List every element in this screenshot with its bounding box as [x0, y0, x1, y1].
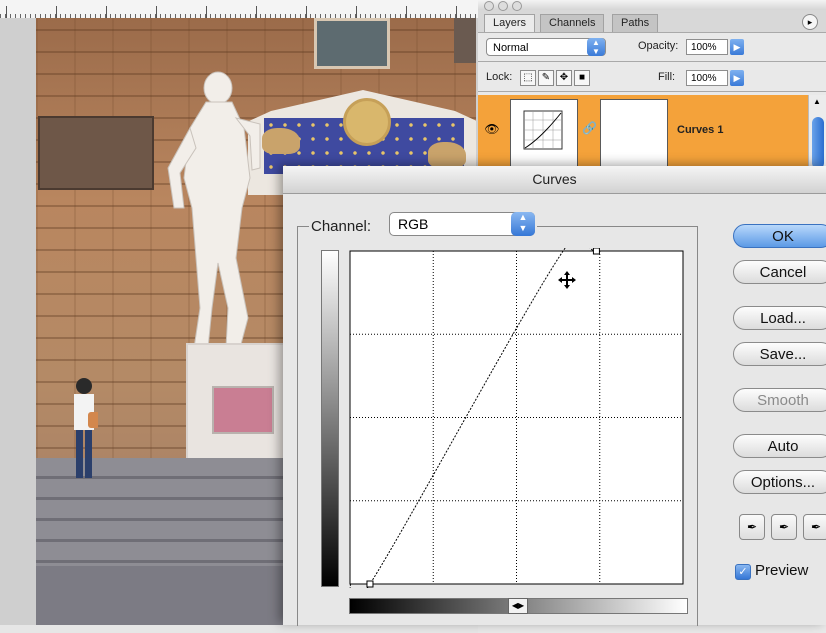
opacity-label: Opacity:: [638, 40, 679, 52]
group-border: [537, 226, 697, 227]
scroll-up-icon[interactable]: ▲: [813, 97, 821, 106]
opacity-field[interactable]: 100%: [686, 39, 728, 55]
group-border: [297, 226, 309, 227]
chevron-updown-icon: ▲ ▼: [511, 212, 535, 236]
save-button[interactable]: Save...: [733, 342, 826, 366]
curves-dialog: Curves Channel: RGB ▲ ▼ ◀▶ OK Cancel Load…: [283, 166, 826, 626]
building-window: [314, 18, 390, 69]
marble-panel: [212, 386, 274, 434]
curve-control-point[interactable]: [366, 580, 374, 588]
dialog-title: Curves: [283, 166, 826, 194]
preview-checkbox[interactable]: ✓: [735, 564, 751, 580]
gray-eyedropper-icon[interactable]: ✒: [771, 514, 797, 540]
eye-icon[interactable]: 👁: [484, 121, 500, 137]
statue: [167, 71, 261, 349]
horizontal-ruler: [0, 0, 480, 19]
sun-emblem: [343, 98, 391, 146]
scrollbar-thumb[interactable]: [812, 117, 824, 169]
curves-icon: [523, 110, 563, 150]
lock-all-icon[interactable]: ■: [574, 70, 590, 86]
layer-mask-thumbnail[interactable]: [600, 99, 668, 169]
adjustment-thumbnail: [510, 99, 578, 169]
lock-position-icon[interactable]: ✥: [556, 70, 572, 86]
channel-label: Channel:: [311, 218, 372, 235]
blend-mode-value: Normal: [493, 42, 529, 54]
panel-tabs: Layers Channels Paths ▸: [478, 10, 826, 32]
divider: [478, 61, 826, 62]
tab-layers[interactable]: Layers: [484, 14, 536, 32]
lock-transparent-icon[interactable]: ⬚: [520, 70, 536, 86]
layer-name[interactable]: Curves 1: [677, 124, 723, 136]
divider: [478, 91, 826, 92]
options-button[interactable]: Options...: [733, 470, 826, 494]
panel-menu-icon[interactable]: ▸: [802, 14, 818, 30]
ruler-major-ticks: [0, 0, 480, 18]
cancel-button[interactable]: Cancel: [733, 260, 826, 284]
gradient-toggle-button[interactable]: ◀▶: [508, 598, 528, 614]
lion-sculpture: [428, 142, 466, 168]
group-border: [697, 226, 698, 626]
fill-label: Fill:: [658, 71, 676, 83]
channel-value: RGB: [398, 216, 429, 232]
building-window: [454, 18, 476, 63]
panel-titlebar: [478, 0, 826, 11]
load-button[interactable]: Load...: [733, 306, 826, 330]
fill-slider-button[interactable]: ▶: [730, 70, 744, 86]
curve-graph[interactable]: [347, 248, 687, 588]
fill-field[interactable]: 100%: [686, 70, 728, 86]
tab-paths[interactable]: Paths: [612, 14, 659, 32]
curve-control-point[interactable]: [592, 248, 600, 255]
lock-label: Lock:: [486, 71, 513, 83]
output-gradient-bar: [321, 250, 339, 587]
wall-plaque: [38, 116, 154, 190]
chevron-updown-icon: ▲ ▼: [587, 38, 605, 56]
tab-channels[interactable]: Channels: [540, 14, 605, 32]
smooth-button[interactable]: Smooth: [733, 388, 826, 412]
opacity-slider-button[interactable]: ▶: [730, 39, 744, 55]
black-eyedropper-icon[interactable]: ✒: [739, 514, 765, 540]
ok-button[interactable]: OK: [733, 224, 826, 248]
lock-image-brush-icon[interactable]: ✎: [538, 70, 554, 86]
link-icon[interactable]: 🔗: [582, 121, 597, 135]
white-eyedropper-icon[interactable]: ✒: [803, 514, 826, 540]
preview-label: Preview: [755, 562, 809, 579]
auto-button[interactable]: Auto: [733, 434, 826, 458]
channel-select[interactable]: RGB ▲ ▼: [389, 212, 535, 236]
tourist: [74, 378, 98, 478]
blend-mode-select[interactable]: Normal ▲ ▼: [486, 38, 606, 56]
group-border: [297, 226, 298, 626]
layers-scrollbar[interactable]: ▲: [808, 95, 826, 171]
layer-row-curves[interactable]: 👁 🔗 Curves 1: [478, 95, 808, 171]
